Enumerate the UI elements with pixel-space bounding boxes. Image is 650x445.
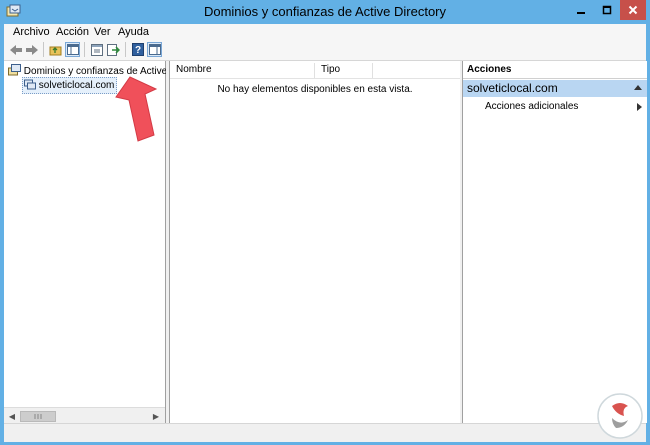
- title-bar[interactable]: Dominios y confianzas de Active Director…: [0, 0, 650, 24]
- submenu-arrow-icon: [637, 103, 642, 111]
- scroll-right-icon[interactable]: ▶: [150, 410, 162, 422]
- horizontal-scrollbar[interactable]: ◀ ▶: [4, 407, 165, 424]
- console-tree-icon[interactable]: [65, 42, 80, 57]
- action-more-actions[interactable]: Acciones adicionales: [485, 101, 578, 112]
- svg-text:?: ?: [134, 45, 140, 56]
- menu-archivo[interactable]: Archivo: [13, 26, 50, 38]
- domains-trusts-icon: [8, 64, 21, 79]
- minimize-button[interactable]: [568, 0, 594, 20]
- action-pane-icon[interactable]: [147, 42, 162, 57]
- help-icon[interactable]: ?: [130, 42, 145, 57]
- toolbar-separator: [43, 42, 44, 57]
- column-header-tipo[interactable]: Tipo: [315, 63, 373, 78]
- back-icon[interactable]: [8, 42, 23, 57]
- menu-ayuda[interactable]: Ayuda: [118, 26, 149, 38]
- scroll-thumb[interactable]: [20, 411, 56, 422]
- empty-list-message: No hay elementos disponibles en esta vis…: [217, 84, 413, 95]
- actions-group-label: solveticlocal.com: [467, 81, 558, 95]
- forward-icon[interactable]: [24, 42, 39, 57]
- actions-pane: Acciones solveticlocal.com Acciones adic…: [462, 61, 647, 423]
- mmc-window: Dominios y confianzas de Active Director…: [0, 0, 650, 445]
- actions-header: Acciones: [463, 61, 647, 79]
- menu-ver[interactable]: Ver: [94, 26, 111, 38]
- close-button[interactable]: [620, 0, 646, 20]
- toolbar: ?: [4, 40, 646, 61]
- toolbar-separator-3: [125, 42, 126, 57]
- collapse-caret-icon[interactable]: [634, 85, 642, 90]
- export-icon[interactable]: [106, 42, 121, 57]
- annotation-arrow-icon: [115, 76, 158, 142]
- console-content: Dominios y confianzas de Active Di solve…: [4, 61, 647, 442]
- window-title: Dominios y confianzas de Active Director…: [203, 4, 447, 19]
- menu-accion[interactable]: Acción: [56, 26, 89, 38]
- watermark-logo: [597, 393, 643, 439]
- properties-icon[interactable]: [89, 42, 104, 57]
- actions-group-domain[interactable]: solveticlocal.com: [463, 80, 647, 97]
- tree-node-domain[interactable]: solveticlocal.com: [22, 77, 118, 94]
- menu-bar: Archivo Acción Ver Ayuda: [4, 24, 646, 40]
- scroll-left-icon[interactable]: ◀: [6, 410, 18, 422]
- column-header-nombre[interactable]: Nombre: [170, 63, 315, 78]
- folder-up-icon[interactable]: [48, 42, 63, 57]
- domain-icon: [24, 78, 36, 93]
- tree-node-domain-label: solveticlocal.com: [38, 80, 115, 92]
- header-divider: [170, 78, 460, 79]
- toolbar-separator-2: [84, 42, 85, 57]
- maximize-button[interactable]: [594, 0, 620, 20]
- status-bar: [4, 423, 646, 442]
- results-pane[interactable]: Nombre Tipo No hay elementos disponibles…: [169, 61, 461, 423]
